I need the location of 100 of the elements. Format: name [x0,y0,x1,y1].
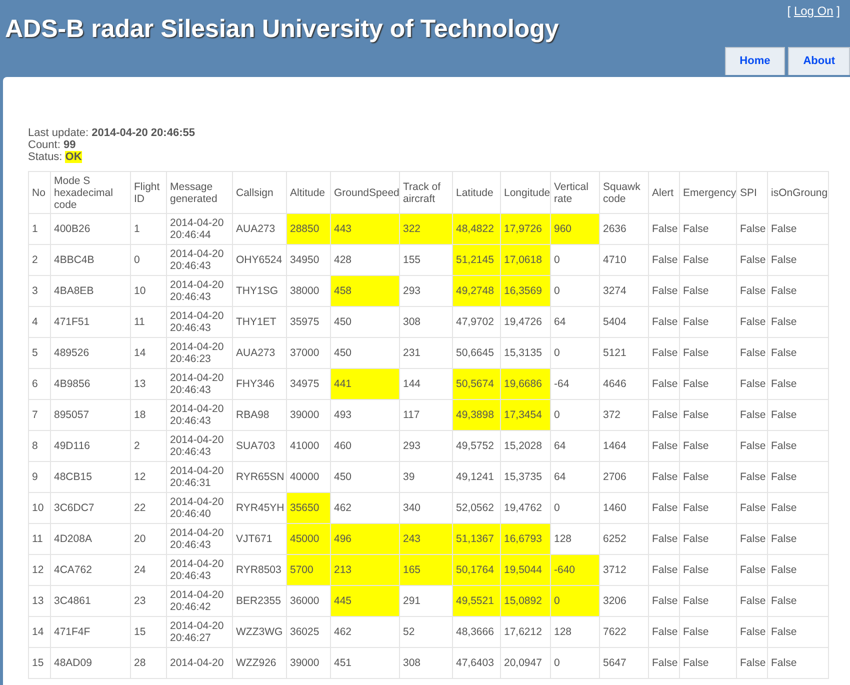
table-cell: 2014-04-20 20:46:27 [166,616,232,648]
table-cell: 4BA8EB [50,276,130,307]
login-link[interactable]: Log On [794,4,834,18]
table-cell: 48CB15 [50,462,130,493]
status-line: Status: OK [28,151,83,164]
table-cell: False [736,492,768,524]
table-cell: 24 [130,554,166,586]
table-cell: False [736,244,768,276]
table-cell: 19,6686 [500,368,550,400]
table-cell: 6252 [600,524,648,555]
table-cell: False [680,244,736,276]
table-cell: 322 [400,214,452,245]
table-cell: 3C4861 [50,586,130,617]
table-cell: 47,6403 [452,648,500,679]
table-cell: 50,5674 [452,368,500,400]
table-cell: 8 [28,430,50,462]
table-cell: 2636 [600,214,648,245]
table-cell: False [736,214,768,245]
table-cell: 19,4726 [500,306,550,338]
table-cell: False [768,368,828,400]
table-cell: 5647 [600,648,648,679]
table-cell: False [680,214,736,245]
table-cell: 2014-04-20 20:46:43 [166,554,232,586]
table-cell: 4D208A [50,524,130,555]
column-header: SPI [736,172,768,214]
table-cell: 28850 [286,214,330,245]
nav-tab[interactable]: Home [724,46,786,75]
table-cell: False [736,306,768,338]
table-cell: 0 [550,492,600,524]
table-cell: 10 [28,492,50,524]
table-cell: 51,1367 [452,524,500,555]
table-cell: 443 [330,214,400,245]
table-cell: 308 [400,306,452,338]
table-cell: 2014-04-20 20:46:44 [166,214,232,245]
column-header: Message generated [166,172,232,214]
table-cell: False [680,554,736,586]
table-cell: False [768,306,828,338]
table-cell: False [648,648,680,679]
table-cell: False [648,430,680,462]
table-cell: 7622 [600,616,648,648]
table-cell: 460 [330,430,400,462]
table-cell: WZZ926 [232,648,286,679]
table-cell: 2706 [600,462,648,493]
table-cell: False [768,244,828,276]
table-cell: 49,5752 [452,430,500,462]
table-cell: 372 [600,400,648,431]
table-cell: 471F4F [50,616,130,648]
table-cell: False [768,214,828,245]
column-header: Flight ID [130,172,166,214]
table-cell: False [648,492,680,524]
nav-tab[interactable]: About [788,46,850,75]
table-cell: False [768,616,828,648]
table-cell: 6 [28,368,50,400]
login-text: [ Log On ] [787,3,840,20]
table-cell: 0 [550,244,600,276]
table-cell: False [736,524,768,555]
table-cell: 51,2145 [452,244,500,276]
table-cell: 2014-04-20 20:46:43 [166,400,232,431]
table-cell: False [736,554,768,586]
table-cell: 13 [130,368,166,400]
table-cell: 960 [550,214,600,245]
table-cell: False [680,430,736,462]
column-header: No [28,172,50,214]
table-cell: False [680,400,736,431]
table-cell: 5 [28,338,50,369]
table-cell: False [680,276,736,307]
table-cell: False [736,616,768,648]
table-cell: False [680,306,736,338]
table-cell: 1 [28,214,50,245]
table-cell: False [736,276,768,307]
table-cell: 45000 [286,524,330,555]
table-cell: False [648,338,680,369]
table-cell: SUA703 [232,430,286,462]
table-cell: 41000 [286,430,330,462]
table-cell: False [768,462,828,493]
table-cell: 64 [550,306,600,338]
table-cell: 15 [130,616,166,648]
table-cell: 243 [400,524,452,555]
column-header: Emergency [680,172,736,214]
table-cell: 3712 [600,554,648,586]
table-cell: 2014-04-20 20:46:23 [166,338,232,369]
table-cell: 39000 [286,648,330,679]
table-cell: False [648,214,680,245]
table-cell: 49,5521 [452,586,500,617]
table-cell: 4646 [600,368,648,400]
table-cell: False [736,338,768,369]
table-cell: 3C6DC7 [50,492,130,524]
table-cell: 9 [28,462,50,493]
table-cell: False [648,244,680,276]
table-cell: 15,0892 [500,586,550,617]
status-line: Last update: 2014-04-20 20:46:55 [28,127,196,140]
table-cell: 451 [330,648,400,679]
table-cell: 1464 [600,430,648,462]
table-cell: 2014-04-20 20:46:43 [166,524,232,555]
table-cell: 2 [28,244,50,276]
status-line: Count: 99 [28,139,77,152]
table-cell: 0 [550,400,600,431]
table-cell: 17,9726 [500,214,550,245]
table-cell: 47,9702 [452,306,500,338]
table-cell: False [768,338,828,369]
